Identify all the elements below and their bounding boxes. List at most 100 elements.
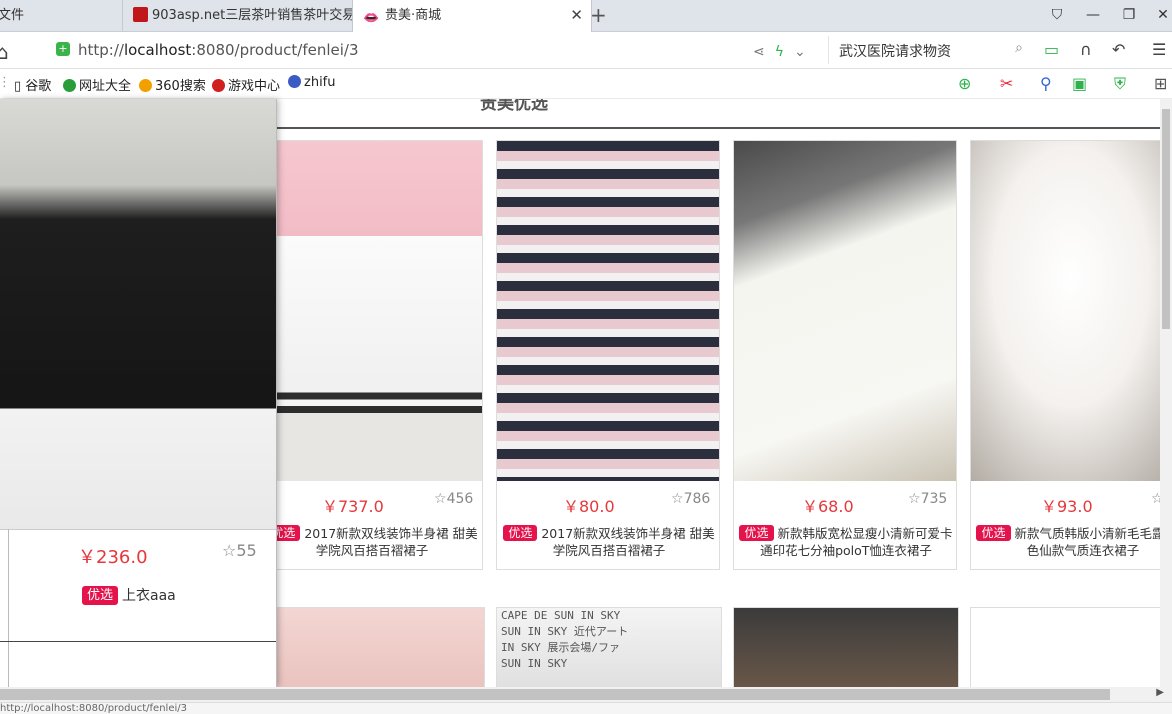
product-description[interactable]: 优选 2017新款双线装饰半身裙 甜美学院风百搭百褶裙子 (264, 525, 480, 559)
undo-icon[interactable]: ↶ (1112, 40, 1125, 59)
image-caption: IN SKY 展示会場/ファ (501, 641, 620, 654)
section-title: 贵美优选 (480, 99, 548, 114)
lightning-icon[interactable]: ϟ (775, 44, 784, 60)
url-field[interactable]: + http://localhost:8080/product/fenlei/3… (36, 36, 820, 64)
bookmark-label: 360搜索 (155, 79, 206, 94)
bookmark-360[interactable]: 360搜索 (139, 75, 206, 94)
window-close-icon[interactable]: ✕ (1146, 0, 1172, 31)
product-card[interactable]: ￥80.0 ☆786 优选 2017新款双线装饰半身裙 甜美学院风百搭百褶裙子 (496, 140, 720, 570)
scroll-right-icon[interactable]: ▶ (1156, 687, 1164, 698)
headphones-icon[interactable]: ∩ (1080, 40, 1092, 59)
tab-guimei-active[interactable]: 👄 贵美·商城 ✕ (352, 0, 592, 32)
search-icon[interactable]: ⌕ (1015, 40, 1023, 56)
search-input[interactable]: 武汉医院请求物资 (839, 41, 951, 61)
scroll-thumb[interactable] (1162, 109, 1170, 329)
product-description[interactable]: 优选 2017新款双线装饰半身裙 甜美学院风百搭百褶裙子 (501, 525, 717, 559)
rating-count: 55 (236, 541, 257, 560)
rating-count: 786 (683, 491, 711, 507)
product-rating: ☆786 (671, 491, 710, 507)
close-icon[interactable]: ✕ (570, 0, 583, 31)
product-title: 2017新款双线装饰半身裙 甜美学院风百搭百褶裙子 (304, 526, 478, 558)
image-caption: SUN IN SKY (501, 657, 568, 670)
product-title: 2017新款双线装饰半身裙 甜美学院风百搭百褶裙子 (541, 526, 715, 558)
product-image[interactable]: CAPE DE SUN IN SKY SUN IN SKY 近代アート IN S… (496, 607, 722, 687)
star-icon: ☆ (671, 491, 684, 507)
product-card-empty[interactable] (970, 607, 1160, 687)
product-image[interactable] (733, 607, 959, 687)
nav-icon (63, 79, 76, 92)
tab-bar: 文件 903asp.net三层茶叶销售茶叶交易 👄 贵美·商城 ✕ + ⛉ — ❐… (0, 0, 1172, 32)
product-image[interactable] (734, 141, 956, 481)
product-card[interactable]: ￥93.0 ☆ 优选新款气质韩版小清新毛毛露肩纯色仙款气质连衣裙子 (970, 140, 1160, 570)
home-icon[interactable]: ⌂ (0, 40, 9, 64)
product-price: ￥80.0 (563, 497, 615, 516)
featured-badge: 优选 (503, 525, 538, 541)
bookmark-label: 网址大全 (79, 79, 132, 94)
gamepad-icon[interactable]: ▣ (1072, 74, 1087, 93)
card-border (8, 529, 9, 687)
chevron-down-icon[interactable]: ⌄ (794, 44, 806, 60)
product-image[interactable] (971, 141, 1160, 481)
status-bar: http://localhost:8080/product/fenlei/3 (0, 702, 1172, 714)
rating-count: 456 (446, 491, 474, 507)
magnifier-icon[interactable]: ⚲ (1040, 74, 1052, 93)
tab-label: 贵美·商城 (385, 8, 442, 23)
product-image[interactable] (260, 141, 482, 481)
search-box[interactable]: 武汉医院请求物资 ⌕ (828, 36, 1029, 64)
star-icon: ☆ (908, 491, 921, 507)
product-rating: ☆ (1151, 491, 1160, 507)
product-image[interactable] (497, 141, 719, 481)
star-icon: ☆ (434, 491, 447, 507)
lips-favicon-icon: 👄 (363, 11, 380, 26)
bookmark-nav[interactable]: 网址大全 (63, 75, 131, 94)
minimize-icon[interactable]: — (1076, 0, 1110, 31)
menu-icon[interactable]: ☰ (1152, 40, 1166, 59)
url-host: localhost (123, 41, 192, 59)
status-text: http://localhost:8080/product/fenlei/3 (0, 703, 187, 714)
battery-icon[interactable]: ▭ (1044, 40, 1059, 59)
tab-teashop[interactable]: 903asp.net三层茶叶销售茶叶交易 (122, 0, 361, 31)
bookmark-games[interactable]: 游戏中心 (212, 75, 280, 94)
featured-product-zoom[interactable]: ￥236.0 ☆55 优选 上衣aaa (0, 99, 277, 687)
product-rating: ☆735 (908, 491, 947, 507)
product-card[interactable]: ￥68.0 ☆735 优选 新款韩版宽松显瘦小清新可爱卡通印花七分袖poloT恤连… (733, 140, 957, 570)
product-image[interactable] (259, 607, 485, 687)
product-description[interactable]: 优选新款气质韩版小清新毛毛露肩纯色仙款气质连衣裙子 (975, 525, 1160, 559)
page-icon: ▯ (14, 79, 22, 94)
globe-icon (288, 75, 301, 88)
bookmark-google[interactable]: ▯ 谷歌 (14, 75, 51, 94)
shield-badge-icon[interactable]: ⛨ (1114, 74, 1126, 94)
featured-badge: 优选 (82, 586, 119, 605)
product-rating: ☆55 (222, 541, 257, 560)
featured-badge: 优选 (739, 525, 774, 541)
url-text[interactable]: http://localhost:8080/product/fenlei/3 (78, 41, 359, 59)
featured-badge: 优选 (976, 525, 1011, 541)
product-rating: ☆456 (434, 491, 473, 507)
product-image[interactable] (0, 99, 276, 530)
vertical-scrollbar[interactable] (1160, 99, 1172, 687)
share-icon[interactable]: ⋖ (753, 44, 765, 60)
site-favicon-icon (133, 7, 148, 22)
product-card[interactable]: ￥737.0 ☆456 优选 2017新款双线装饰半身裙 甜美学院风百搭百褶裙子 (259, 140, 483, 570)
shield-icon: + (56, 42, 70, 56)
product-price: ￥68.0 (802, 497, 854, 516)
shirt-icon[interactable]: ⛉ (1040, 0, 1074, 31)
extension-icon[interactable]: ⊕ (958, 74, 971, 93)
product-price: ￥737.0 (322, 497, 384, 516)
product-price: ￥236.0 (78, 547, 148, 568)
bookmark-zhifu[interactable]: zhifu (288, 75, 336, 90)
product-description[interactable]: 优选 上衣aaa (82, 585, 176, 605)
rating-count: 735 (920, 491, 948, 507)
product-description[interactable]: 优选 新款韩版宽松显瘦小清新可爱卡通印花七分袖poloT恤连衣裙子 (738, 525, 954, 559)
scissors-icon[interactable]: ✂ (1000, 74, 1013, 93)
scroll-thumb[interactable] (0, 689, 1110, 700)
tab-file[interactable]: 文件 (0, 0, 128, 31)
tab-label: 文件 (0, 8, 25, 23)
new-tab-icon[interactable]: + (590, 0, 607, 31)
tab-label: 903asp.net三层茶叶销售茶叶交易 (152, 8, 356, 23)
divider-line (0, 641, 276, 642)
product-title: 新款韩版宽松显瘦小清新可爱卡通印花七分袖poloT恤连衣裙子 (760, 526, 953, 558)
apps-icon[interactable]: ⊞ (1154, 74, 1167, 93)
maximize-icon[interactable]: ❐ (1112, 0, 1146, 31)
horizontal-scrollbar[interactable]: ▶ (0, 687, 1172, 702)
